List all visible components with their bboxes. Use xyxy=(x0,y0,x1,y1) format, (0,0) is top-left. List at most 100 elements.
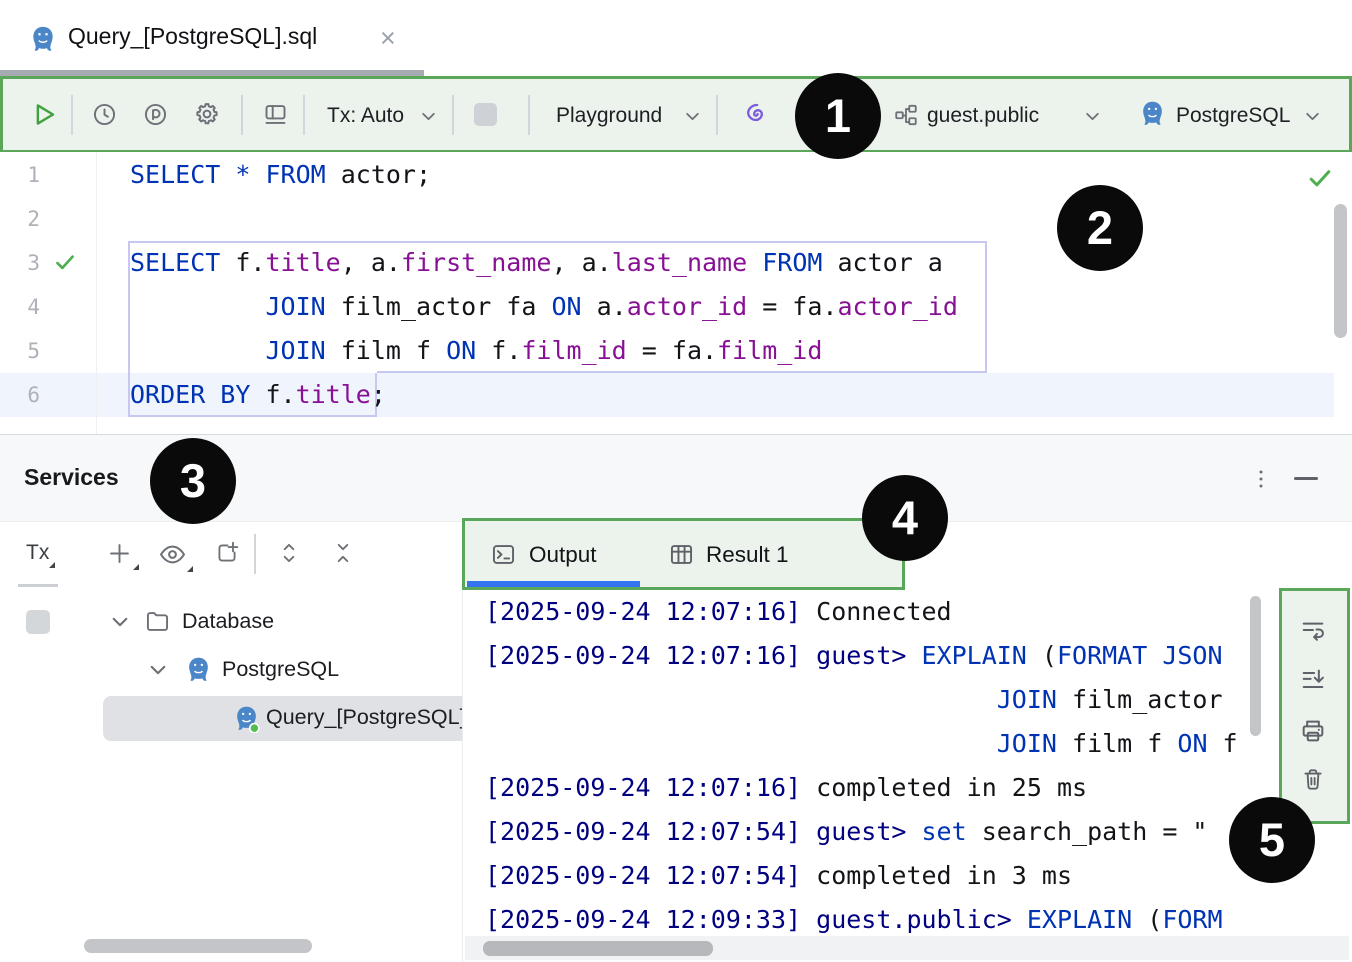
callout-3: 3 xyxy=(150,438,236,524)
chevron-down-icon[interactable] xyxy=(420,108,437,125)
postgresql-file-icon xyxy=(28,24,58,54)
toolbar-separator xyxy=(716,95,718,135)
console-line[interactable]: JOIN film f ON f xyxy=(485,722,1352,766)
output-tabs-highlight: Output Result 1 xyxy=(462,518,905,590)
stop-button xyxy=(474,103,497,126)
chevron-down-icon[interactable] xyxy=(1304,108,1321,125)
line-number: 1 xyxy=(0,153,40,197)
settings-gear-icon[interactable] xyxy=(193,100,221,128)
editor-gutter: 123456 xyxy=(0,153,40,417)
tx-mode-button[interactable]: Tx xyxy=(26,541,49,565)
console-horizontal-scrollbar[interactable] xyxy=(483,941,713,956)
plus-icon xyxy=(106,540,133,567)
callout-1: 1 xyxy=(795,73,881,159)
console-vertical-scrollbar[interactable] xyxy=(1250,596,1261,736)
console-toolbar-highlight xyxy=(1279,588,1350,824)
code-line[interactable] xyxy=(130,197,958,241)
services-panel-title: Services xyxy=(24,464,119,491)
schema-icon xyxy=(893,102,919,128)
collapse-all-icon[interactable] xyxy=(330,540,356,566)
ide-window: Query_[PostgreSQL].sql × Tx: Auto Playgr… xyxy=(0,0,1352,962)
add-datasource-button[interactable] xyxy=(106,540,133,567)
console-line[interactable]: [2025-09-24 12:07:16] Connected xyxy=(485,590,1352,634)
line-number: 6 xyxy=(0,373,40,417)
soft-wrap-icon[interactable] xyxy=(1299,616,1327,644)
code-line[interactable]: JOIN film f ON f.film_id = fa.film_id xyxy=(130,329,958,373)
file-tab[interactable]: Query_[PostgreSQL].sql × xyxy=(20,0,420,76)
tree-horizontal-scrollbar[interactable] xyxy=(84,939,312,953)
schema-selector[interactable]: guest.public xyxy=(927,102,1039,129)
expand-all-icon[interactable] xyxy=(276,540,302,566)
console-line[interactable]: [2025-09-24 12:07:54] guest> set search_… xyxy=(485,810,1352,854)
tab-result[interactable]: Result 1 xyxy=(665,521,845,587)
datasource-selector[interactable]: PostgreSQL xyxy=(1176,102,1290,129)
postgresql-icon xyxy=(1138,99,1167,128)
folder-icon xyxy=(144,608,171,635)
tree-item-datasource[interactable]: PostgreSQL xyxy=(0,646,462,694)
in-editor-results-icon[interactable] xyxy=(262,101,289,128)
tab-result-label: Result 1 xyxy=(706,542,789,568)
console-line[interactable]: [2025-09-24 12:07:16] completed in 25 ms xyxy=(485,766,1352,810)
tab-output-label: Output xyxy=(529,542,597,568)
terminal-icon xyxy=(490,541,517,568)
editor-code[interactable]: SELECT * FROM actor; SELECT f.title, a.fi… xyxy=(130,153,958,417)
editor-tab-bar: Query_[PostgreSQL].sql × xyxy=(0,0,1352,76)
tree-item-label[interactable]: PostgreSQL xyxy=(222,657,339,682)
postgresql-icon xyxy=(184,655,213,684)
view-options-button[interactable] xyxy=(158,540,187,569)
callout-4: 4 xyxy=(862,475,948,561)
eye-icon xyxy=(158,540,187,569)
minimize-icon[interactable] xyxy=(1294,477,1318,480)
ai-assistant-icon[interactable] xyxy=(742,100,770,128)
line-number: 4 xyxy=(0,285,40,329)
services-toolbar: Tx xyxy=(0,522,462,590)
code-line[interactable]: SELECT * FROM actor; xyxy=(130,153,958,197)
tab-output[interactable]: Output xyxy=(465,521,643,587)
console-output[interactable]: [2025-09-24 12:07:16] Connected[2025-09-… xyxy=(462,590,1352,942)
clear-output-trash-icon[interactable] xyxy=(1300,766,1326,792)
code-line[interactable]: ORDER BY f.title; xyxy=(130,373,958,417)
tx-mode-selector[interactable]: Tx: Auto xyxy=(327,102,404,129)
code-line[interactable]: SELECT f.title, a.first_name, a.last_nam… xyxy=(130,241,958,285)
table-grid-icon xyxy=(668,541,695,568)
chevron-down-icon[interactable] xyxy=(148,660,168,680)
inspections-ok-check-icon[interactable] xyxy=(1305,163,1335,193)
toolbar-separator xyxy=(303,95,305,135)
toolbar-separator xyxy=(241,95,243,135)
parameters-icon[interactable] xyxy=(142,101,169,128)
close-tab-icon[interactable]: × xyxy=(380,23,396,54)
line-number: 2 xyxy=(0,197,40,241)
more-options-kebab-icon[interactable] xyxy=(1248,466,1274,492)
callout-2: 2 xyxy=(1057,185,1143,271)
open-in-new-tab-icon[interactable] xyxy=(214,540,240,566)
console-selector[interactable]: Playground xyxy=(556,102,662,129)
tree-item-label[interactable]: Database xyxy=(182,609,274,634)
tx-button-underline xyxy=(18,584,58,587)
toolbar-separator xyxy=(71,95,73,135)
print-icon[interactable] xyxy=(1299,717,1327,745)
scroll-to-end-icon[interactable] xyxy=(1299,666,1327,694)
tree-item-query-file-selected[interactable]: Query_[PostgreSQL].sql xyxy=(103,696,462,741)
chevron-down-icon[interactable] xyxy=(684,108,701,125)
file-tab-title: Query_[PostgreSQL].sql xyxy=(68,23,317,50)
editor-vertical-scrollbar[interactable] xyxy=(1334,204,1347,338)
console-line[interactable]: [2025-09-24 12:07:54] completed in 3 ms xyxy=(485,854,1352,898)
callout-5: 5 xyxy=(1229,797,1315,883)
chevron-down-icon[interactable] xyxy=(1084,108,1101,125)
toolbar-separator xyxy=(528,95,530,135)
services-tree: Database PostgreSQL Query_[PostgreSQL].s… xyxy=(0,590,462,962)
tree-item-label[interactable]: Query_[PostgreSQL].sql xyxy=(266,705,462,730)
tree-item-database[interactable]: Database xyxy=(0,598,462,646)
gutter-divider xyxy=(96,152,97,435)
console-line[interactable]: JOIN film_actor xyxy=(485,678,1352,722)
line-number: 3 xyxy=(0,241,40,285)
run-icon[interactable] xyxy=(30,100,59,129)
active-tab-underline xyxy=(467,581,640,587)
statement-executed-check-icon xyxy=(52,249,78,275)
history-clock-icon[interactable] xyxy=(91,101,118,128)
toolbar-separator xyxy=(254,534,256,574)
toolbar-separator xyxy=(452,95,454,135)
chevron-down-icon[interactable] xyxy=(110,612,130,632)
code-line[interactable]: JOIN film_actor fa ON a.actor_id = fa.ac… xyxy=(130,285,958,329)
console-line[interactable]: [2025-09-24 12:07:16] guest> EXPLAIN (FO… xyxy=(485,634,1352,678)
